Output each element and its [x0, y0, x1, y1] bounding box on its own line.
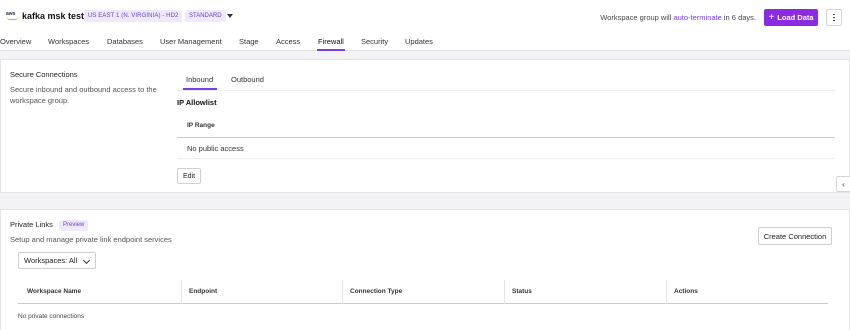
active-subtab-indicator: [183, 88, 217, 90]
tab-access[interactable]: Access: [276, 37, 300, 46]
secure-connections-panel: Secure Connections Secure inbound and ou…: [0, 59, 850, 193]
column-header-connection-type[interactable]: Connection Type: [350, 288, 402, 295]
active-tab-indicator: [317, 49, 345, 51]
private-links-description: Setup and manage private link endpoint s…: [10, 235, 172, 244]
tab-security[interactable]: Security: [361, 37, 388, 46]
chevron-left-icon: ‹: [842, 179, 845, 189]
column-divider: [666, 280, 667, 304]
kebab-dot-icon: [833, 13, 835, 16]
subtab-divider: [177, 90, 835, 91]
column-header-workspace-name[interactable]: Workspace Name: [27, 288, 81, 295]
secure-connections-title: Secure Connections: [10, 70, 78, 79]
table-row-divider: [177, 158, 835, 159]
column-divider: [342, 280, 343, 304]
status-suffix: in 6 days.: [723, 13, 756, 22]
workspace-menu-caret-icon[interactable]: [227, 14, 233, 18]
aws-logo-smile: [7, 17, 18, 20]
preview-badge: Preview: [59, 220, 89, 231]
tab-workspaces[interactable]: Workspaces: [48, 37, 89, 46]
aws-logo: aws: [6, 11, 20, 21]
more-options-button[interactable]: [826, 9, 842, 26]
column-header-status[interactable]: Status: [512, 288, 532, 295]
workspaces-filter-select[interactable]: Workspaces: All: [18, 252, 96, 269]
workspace-group-name: kafka msk test: [22, 11, 85, 21]
table-header-divider: [177, 137, 835, 138]
private-links-table-header: Workspace Name Endpoint Connection Type …: [18, 280, 828, 304]
tab-updates[interactable]: Updates: [405, 37, 433, 46]
private-links-title: Private Links: [10, 220, 53, 229]
tab-firewall[interactable]: Firewall: [318, 37, 344, 46]
secure-connections-description: Secure inbound and outbound access to th…: [10, 85, 157, 105]
tab-user-management[interactable]: User Management: [160, 37, 222, 46]
kebab-dot-icon: [833, 19, 835, 22]
top-header: aws kafka msk test US EAST 1 (N. VIRGINI…: [0, 0, 850, 34]
load-data-button[interactable]: + Load Data: [764, 9, 818, 26]
edition-badge: STANDARD: [185, 10, 226, 22]
tab-overview[interactable]: Overview: [0, 37, 31, 46]
kebab-dot-icon: [833, 16, 835, 19]
region-badge: US EAST 1 (N. VIRGINIA) - HD2: [84, 10, 183, 22]
column-divider: [181, 280, 182, 304]
column-header-actions: Actions: [674, 288, 698, 295]
edit-allowlist-button[interactable]: Edit: [177, 168, 201, 184]
workspace-group-tabs: Overview Workspaces Databases User Manag…: [0, 34, 850, 51]
plus-icon: +: [768, 11, 775, 23]
load-data-label: Load Data: [777, 13, 814, 22]
tab-stage[interactable]: Stage: [239, 37, 259, 46]
subtab-outbound[interactable]: Outbound: [231, 75, 264, 84]
status-prefix: Workspace group will: [600, 13, 672, 22]
subtab-inbound[interactable]: Inbound: [186, 75, 213, 84]
termination-status: Workspace group will auto-terminate in 6…: [600, 13, 756, 22]
workspaces-filter-value: Workspaces: All: [24, 256, 78, 265]
ip-allowlist-title: IP Allowlist: [177, 98, 217, 107]
ip-range-column-header: IP Range: [187, 122, 215, 129]
tab-databases[interactable]: Databases: [107, 37, 143, 46]
create-connection-button[interactable]: Create Connection: [758, 227, 832, 245]
empty-table-message: No private connections: [18, 313, 85, 320]
column-divider: [504, 280, 505, 304]
column-header-endpoint[interactable]: Endpoint: [189, 288, 217, 295]
ip-range-cell: No public access: [187, 144, 244, 153]
auto-terminate-link[interactable]: auto-terminate: [673, 13, 721, 22]
chevron-down-icon: [82, 256, 91, 265]
private-links-panel: Private Links Preview Setup and manage p…: [0, 209, 850, 330]
side-panel-toggle[interactable]: ‹: [836, 176, 850, 192]
